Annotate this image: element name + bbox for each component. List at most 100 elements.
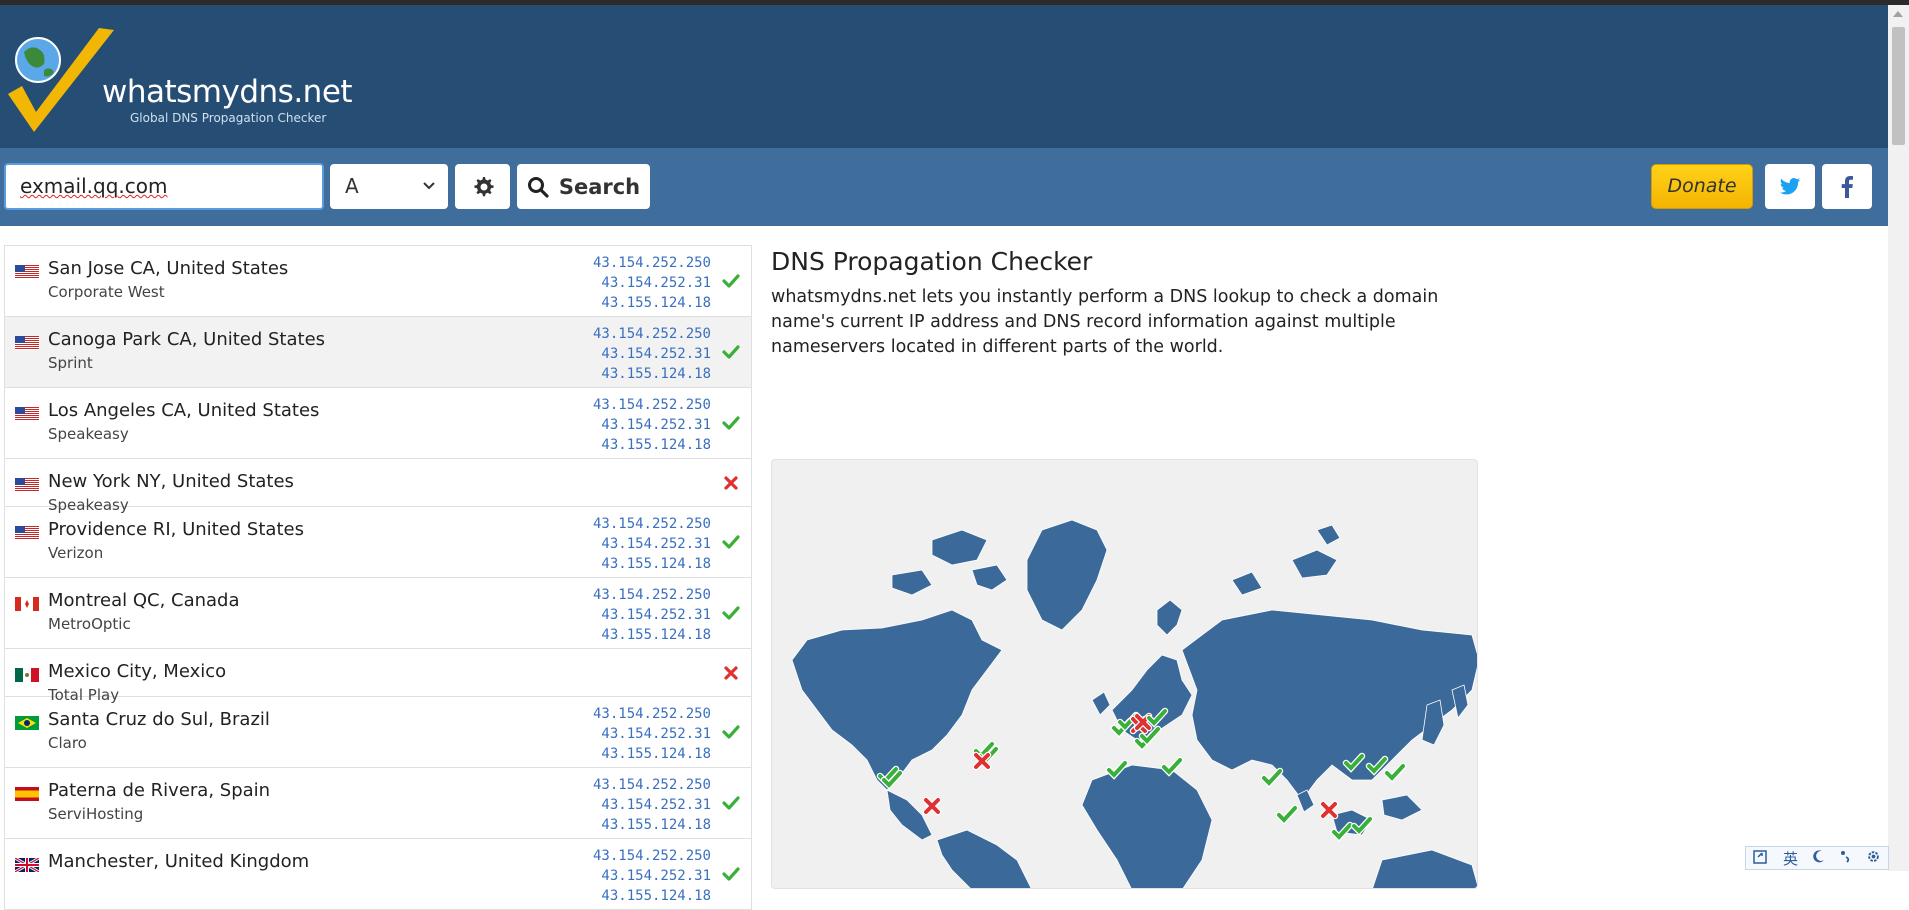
scroll-up-arrow[interactable] — [1893, 11, 1903, 17]
donate-button[interactable]: Donate — [1651, 164, 1753, 209]
record-type-select[interactable]: A — [330, 164, 448, 209]
result-ip[interactable]: 43.155.124.18 — [593, 744, 711, 764]
punctuation-icon[interactable] — [1840, 849, 1852, 867]
result-location: New York NY, United States — [48, 471, 294, 492]
twitter-button[interactable] — [1765, 164, 1815, 209]
result-ip[interactable]: 43.154.252.250 — [593, 704, 711, 724]
result-ip[interactable]: 43.154.252.250 — [593, 395, 711, 415]
map-cross-marker[interactable] — [922, 796, 942, 816]
result-ip[interactable]: 43.154.252.31 — [593, 344, 711, 364]
check-icon — [721, 532, 741, 552]
search-button[interactable]: Search — [517, 164, 650, 209]
page-scrollbar[interactable] — [1888, 5, 1909, 871]
result-ip[interactable]: 43.155.124.18 — [593, 364, 711, 384]
result-provider: Speakeasy — [48, 425, 129, 443]
ime-language[interactable]: 英 — [1783, 848, 1798, 869]
site-logo[interactable]: whatsmydns.net Global DNS Propagation Ch… — [4, 24, 353, 134]
result-ip[interactable]: 43.155.124.18 — [593, 625, 711, 645]
result-ip[interactable]: 43.154.252.31 — [593, 273, 711, 293]
result-location: Montreal QC, Canada — [48, 590, 240, 611]
moon-icon[interactable] — [1812, 849, 1826, 867]
result-row[interactable]: Mexico City, Mexico Total Play — [4, 649, 752, 704]
gear-icon[interactable] — [1866, 849, 1881, 868]
result-ip[interactable]: 43.154.252.250 — [593, 585, 711, 605]
result-provider: Claro — [48, 734, 87, 752]
result-ip[interactable]: 43.154.252.31 — [593, 724, 711, 744]
result-row[interactable]: Paterna de Rivera, Spain ServiHosting 43.1… — [4, 768, 752, 839]
result-ip[interactable]: 43.154.252.250 — [593, 846, 711, 866]
map-check-marker[interactable] — [1160, 756, 1184, 777]
flag-br-icon — [15, 715, 39, 730]
result-location: Paterna de Rivera, Spain — [48, 780, 271, 801]
result-ip[interactable]: 43.155.124.18 — [593, 815, 711, 835]
logo-tagline: Global DNS Propagation Checker — [130, 111, 327, 125]
result-provider: MetroOptic — [48, 615, 131, 633]
result-ip[interactable]: 43.154.252.250 — [593, 514, 711, 534]
map-check-marker[interactable] — [1275, 804, 1299, 825]
check-icon — [721, 793, 741, 813]
map-cross-marker[interactable] — [1319, 800, 1339, 820]
search-toolbar: exmail.qq.com A Search Donate — [0, 148, 1888, 226]
result-row[interactable]: Los Angeles CA, United States Speakeasy 43… — [4, 388, 752, 459]
result-row[interactable]: Santa Cruz do Sul, Brazil Claro 43.154.252… — [4, 697, 752, 768]
settings-button[interactable] — [455, 164, 510, 209]
result-location: Providence RI, United States — [48, 519, 304, 540]
cross-icon — [721, 663, 741, 683]
result-location: San Jose CA, United States — [48, 258, 289, 279]
result-provider: ServiHosting — [48, 805, 144, 823]
scroll-thumb[interactable] — [1892, 27, 1905, 145]
logo-title: whatsmydns.net — [102, 74, 353, 110]
flag-ca-icon — [15, 596, 39, 611]
gear-icon — [473, 176, 494, 196]
result-ip[interactable]: 43.154.252.31 — [593, 795, 711, 815]
flag-us-icon — [15, 477, 39, 492]
result-ip[interactable]: 43.155.124.18 — [593, 886, 711, 906]
world-map — [771, 459, 1478, 889]
result-ip[interactable]: 43.154.252.31 — [593, 605, 711, 625]
result-ip[interactable]: 43.155.124.18 — [593, 293, 711, 313]
page-title: DNS Propagation Checker — [771, 247, 1093, 276]
result-ip-list: 43.154.252.250 43.154.252.31 43.155.124.18 — [593, 514, 711, 574]
result-ip[interactable]: 43.155.124.18 — [593, 554, 711, 574]
result-row[interactable]: Manchester, United Kingdom 43.154.252.250… — [4, 839, 752, 910]
result-ip-list: 43.154.252.250 43.154.252.31 43.155.124.18 — [593, 585, 711, 645]
result-ip[interactable]: 43.154.252.31 — [593, 534, 711, 554]
result-row[interactable]: New York NY, United States Speakeasy — [4, 459, 752, 514]
result-provider: Corporate West — [48, 283, 165, 301]
search-icon — [527, 176, 549, 198]
twitter-icon — [1780, 177, 1801, 194]
facebook-button[interactable] — [1822, 164, 1872, 209]
check-icon — [721, 342, 741, 362]
result-ip[interactable]: 43.154.252.250 — [593, 324, 711, 344]
domain-value: exmail.qq.com — [20, 174, 168, 198]
result-ip[interactable]: 43.154.252.31 — [593, 415, 711, 435]
result-location: Santa Cruz do Sul, Brazil — [48, 709, 270, 730]
result-ip[interactable]: 43.154.252.250 — [593, 775, 711, 795]
result-row[interactable]: Montreal QC, Canada MetroOptic 43.154.252.… — [4, 578, 752, 649]
result-ip[interactable]: 43.154.252.31 — [593, 866, 711, 886]
result-ip[interactable]: 43.155.124.18 — [593, 435, 711, 455]
result-ip-list: 43.154.252.250 43.154.252.31 43.155.124.18 — [593, 324, 711, 384]
map-check-marker[interactable] — [1383, 762, 1407, 783]
flag-us-icon — [15, 525, 39, 540]
flag-mx-icon — [15, 667, 39, 682]
result-row[interactable]: Canoga Park CA, United States Sprint 43.15… — [4, 317, 752, 388]
result-provider: Sprint — [48, 354, 93, 372]
world-map-svg — [791, 519, 1477, 888]
check-icon — [721, 864, 741, 884]
flag-us-icon — [15, 406, 39, 421]
result-row[interactable]: Providence RI, United States Verizon 43.15… — [4, 507, 752, 578]
ime-mode-icon[interactable] — [1753, 848, 1769, 868]
flag-es-icon — [15, 786, 39, 801]
result-ip-list: 43.154.252.250 43.154.252.31 43.155.124.18 — [593, 846, 711, 906]
map-cross-marker[interactable] — [972, 751, 992, 771]
ime-toolbar[interactable]: 英 — [1745, 846, 1889, 870]
check-icon — [721, 722, 741, 742]
result-ip[interactable]: 43.154.252.250 — [593, 253, 711, 273]
facebook-icon — [1841, 175, 1853, 198]
domain-input[interactable]: exmail.qq.com — [4, 163, 324, 210]
flag-us-icon — [15, 335, 39, 350]
result-row[interactable]: San Jose CA, United States Corporate West… — [4, 246, 752, 317]
map-check-marker[interactable] — [1260, 767, 1284, 788]
flag-us-icon — [15, 264, 39, 279]
